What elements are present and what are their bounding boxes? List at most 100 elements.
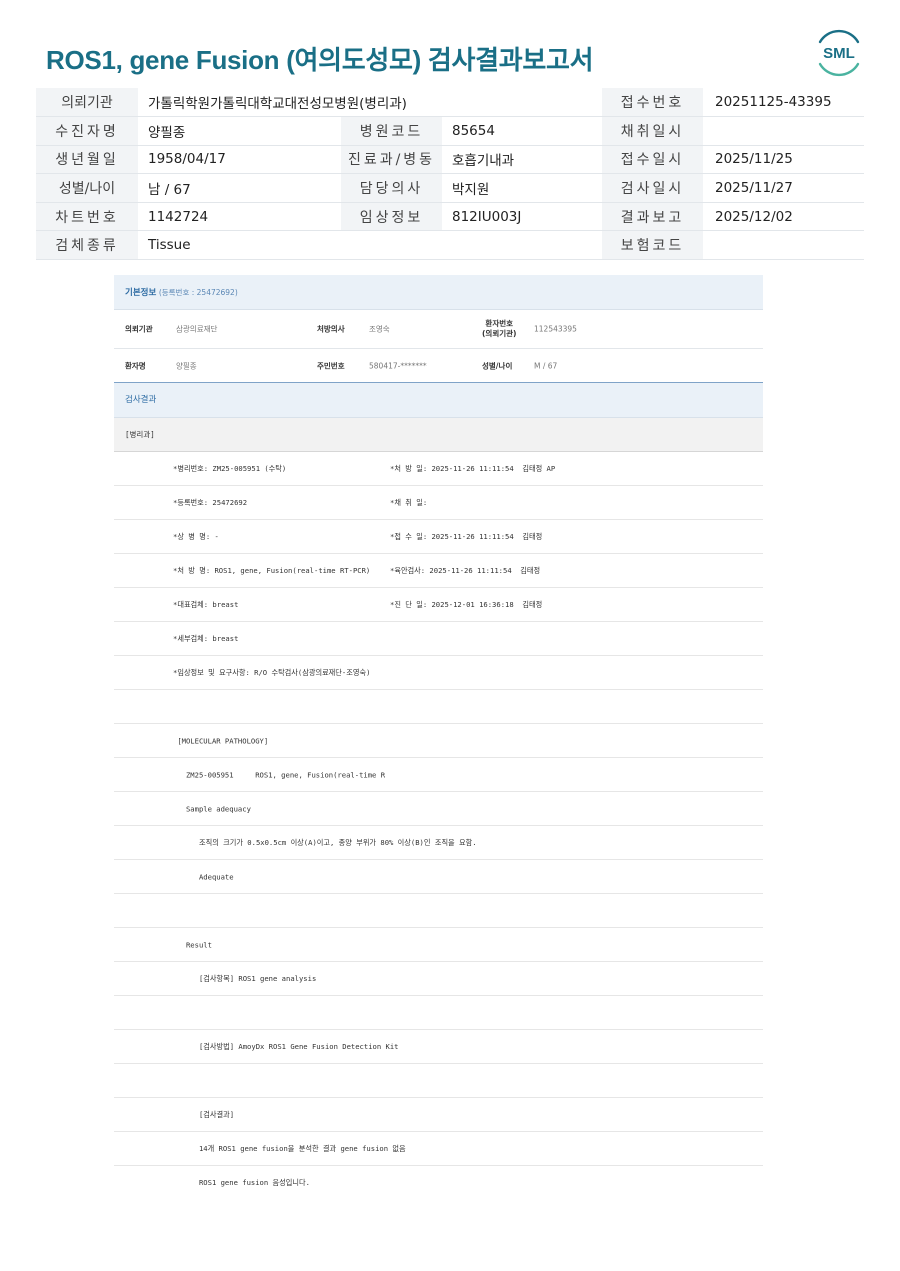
info-row: 차트번호 1142724 임상정보 812IU003J 결과보고 2025/12/02 xyxy=(36,202,864,232)
info-value: 2025/11/25 xyxy=(703,145,864,175)
basic-info-header: 기본정보 (등록번호 : 25472692) xyxy=(114,275,763,310)
info-row: 의뢰기관 가톨릭학원가톨릭대학교대전성모병원(병리과) 접수번호 20251125-4… xyxy=(36,88,864,118)
page-title: ROS1, gene Fusion (여의도성모) 검사결과보고서 xyxy=(46,45,594,75)
info-value: 2025/11/27 xyxy=(703,173,864,203)
info-label: 생년월일 xyxy=(36,145,138,175)
value-patient-name: 양필종 xyxy=(176,361,197,370)
report-line-date: *육안검사: 2025-11-26 11:11:54 김태정 xyxy=(390,565,541,575)
value-institution: 삼광의료재단 xyxy=(176,324,218,334)
sml-logo: SML xyxy=(818,29,860,77)
label-patient-name: 환자명 xyxy=(125,361,146,370)
report-line-text: *세부검체: breast xyxy=(173,633,239,643)
report-line-text: *상 병 명: - xyxy=(173,531,219,541)
patient-row-2: 환자명 양필종 주민번호 580417-******* 성별/나이 M / 67 xyxy=(114,349,763,383)
info-label: 접수번호 xyxy=(602,88,703,118)
registration-number: (등록번호 : 25472692) xyxy=(158,288,238,297)
info-label: 검체종류 xyxy=(36,230,138,261)
label-doctor: 처방의사 xyxy=(317,324,345,334)
info-label: 의뢰기관 xyxy=(36,88,138,118)
report-line-date: *접 수 일: 2025-11-26 11:11:54 김태정 xyxy=(390,531,543,541)
report-line xyxy=(114,690,763,724)
report-line-text: [검사결과] xyxy=(173,1109,235,1119)
info-value: 812IU003J xyxy=(442,202,602,232)
report-line: Sample adequacy xyxy=(114,792,763,826)
report-line-text: Result xyxy=(173,940,212,949)
report-line: *대표검체: breast *진 단 일: 2025-12-01 16:36:18… xyxy=(114,588,763,622)
info-value: 1958/04/17 xyxy=(138,145,341,175)
report-line-date: *진 단 일: 2025-12-01 16:36:18 김태정 xyxy=(390,599,543,609)
info-value: 박지원 xyxy=(442,173,602,203)
report-line-text: [검사방법] AmoyDx ROS1 Gene Fusion Detection… xyxy=(173,1041,399,1051)
info-label: 담당의사 xyxy=(341,173,442,203)
report-line-text: [검사항목] ROS1 gene analysis xyxy=(173,973,317,983)
report-line: Result xyxy=(114,928,763,962)
report-line-text: [MOLECULAR PATHOLOGY] xyxy=(173,736,269,745)
report-line-text: *처 방 명: ROS1, gene, Fusion(real-time RT-… xyxy=(173,565,371,575)
info-value: Tissue xyxy=(138,230,341,261)
label-resident-number: 주민번호 xyxy=(317,361,345,370)
info-label: 접수일시 xyxy=(602,145,703,175)
label-institution: 의뢰기관 xyxy=(125,324,153,334)
info-value: 85654 xyxy=(442,116,602,146)
basic-info-title: 기본정보 xyxy=(125,288,157,298)
report-line: ROS1 gene fusion 음성입니다. xyxy=(114,1166,763,1200)
report-line: *처 방 명: ROS1, gene, Fusion(real-time RT-… xyxy=(114,554,763,588)
info-row: 성별/나이 남 / 67 담당의사 박지원 검사일시 2025/11/27 xyxy=(36,173,864,203)
report-line-text: *병리번호: ZM25-005951 (수탁) xyxy=(173,463,287,473)
report-line-text: 14개 ROS1 gene fusion을 분석한 결과 gene fusion… xyxy=(173,1143,406,1153)
report-line: [MOLECULAR PATHOLOGY] xyxy=(114,724,763,758)
report-line: Adequate xyxy=(114,860,763,894)
value-sex-age: M / 67 xyxy=(534,361,558,370)
report-line: *병리번호: ZM25-005951 (수탁) *처 방 일: 2025-11-2… xyxy=(114,452,763,486)
patient-row-1: 의뢰기관 삼광의료재단 처방의사 조영숙 환자번호 (의뢰기관) 1125433… xyxy=(114,310,763,349)
info-label: 결과보고 xyxy=(602,202,703,232)
info-value: 1142724 xyxy=(138,202,341,232)
info-label: 진료과/병동 xyxy=(341,145,442,175)
info-value: 20251125-43395 xyxy=(703,88,864,118)
report-line xyxy=(114,894,763,928)
info-label: 수진자명 xyxy=(36,116,138,146)
report-line: *상 병 명: - *접 수 일: 2025-11-26 11:11:54 김태정 xyxy=(114,520,763,554)
report-line xyxy=(114,996,763,1030)
info-value: 2025/12/02 xyxy=(703,202,864,232)
report-line: [검사항목] ROS1 gene analysis xyxy=(114,962,763,996)
report-line: *등록번호: 25472692 *채 취 일: xyxy=(114,486,763,520)
result-header: 검사결과 xyxy=(114,383,763,418)
report-line xyxy=(114,1064,763,1098)
info-value xyxy=(442,230,602,261)
info-label: 성별/나이 xyxy=(36,173,138,203)
report-line-text: Sample adequacy xyxy=(173,804,251,813)
info-value xyxy=(703,230,864,261)
info-value xyxy=(703,116,864,146)
info-row: 생년월일 1958/04/17 진료과/병동 호흡기내과 접수일시 2025/11/25 xyxy=(36,145,864,175)
report-line-date: *채 취 일: xyxy=(390,497,428,507)
info-label xyxy=(341,230,442,261)
report-line: *세부검체: breast xyxy=(114,622,763,656)
info-label: 임상정보 xyxy=(341,202,442,232)
logo-text: SML xyxy=(823,45,855,62)
report-line-date: *처 방 일: 2025-11-26 11:11:54 김태정 AP xyxy=(390,463,556,473)
label-sex-age: 성별/나이 xyxy=(482,361,513,370)
report-line-text: *등록번호: 25472692 xyxy=(173,497,248,507)
report-line: *임상정보 및 요구사항: R/O 수탁검사(삼광의료재단-조영숙) xyxy=(114,656,763,690)
report-line: [검사방법] AmoyDx ROS1 Gene Fusion Detection… xyxy=(114,1030,763,1064)
info-label: 채취일시 xyxy=(602,116,703,146)
patient-info-table: 의뢰기관 가톨릭학원가톨릭대학교대전성모병원(병리과) 접수번호 20251125-4… xyxy=(36,88,864,261)
info-value: 호흡기내과 xyxy=(442,145,602,175)
label-patient-number: 환자번호 (의뢰기관) xyxy=(482,319,517,338)
info-value: 양필종 xyxy=(138,116,341,146)
report-line: 14개 ROS1 gene fusion을 분석한 결과 gene fusion… xyxy=(114,1132,763,1166)
report-line-text: 조직의 크기가 0.5x0.5cm 이상(A)이고, 종양 부위가 80% 이상… xyxy=(173,837,477,847)
value-resident-number: 580417-******* xyxy=(369,361,427,370)
info-label: 검사일시 xyxy=(602,173,703,203)
report-line-text: ZM25-005951 ROS1, gene, Fusion(real-time… xyxy=(173,770,386,779)
report-line-text: *대표검체: breast xyxy=(173,599,239,609)
report-line-text: Adequate xyxy=(173,872,234,881)
info-value: 남 / 67 xyxy=(138,173,341,203)
pathology-section: [병리과] xyxy=(114,418,763,452)
info-value: 가톨릭학원가톨릭대학교대전성모병원(병리과) xyxy=(138,88,602,118)
info-label: 차트번호 xyxy=(36,202,138,232)
value-patient-number: 112543395 xyxy=(534,324,577,334)
report-line-text: *임상정보 및 요구사항: R/O 수탁검사(삼광의료재단-조영숙) xyxy=(173,667,371,677)
report-line-text: ROS1 gene fusion 음성입니다. xyxy=(173,1178,310,1187)
